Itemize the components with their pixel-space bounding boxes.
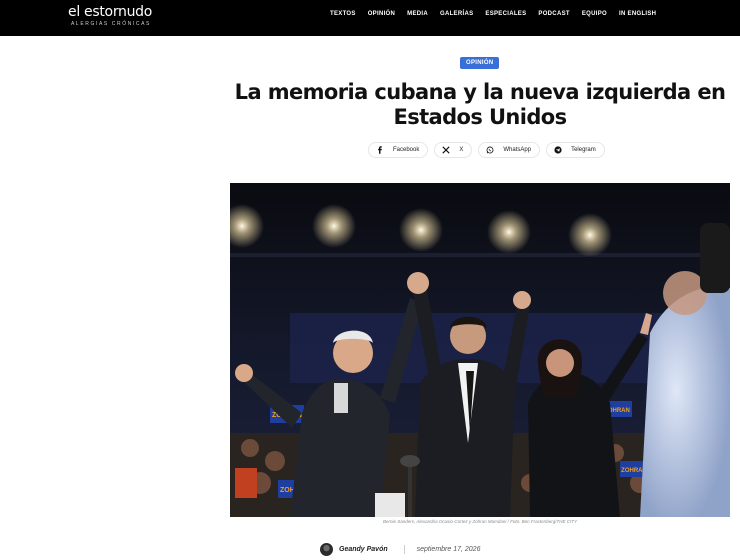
share-facebook-label: Facebook	[393, 147, 420, 153]
site-logo-tagline: ALERGIAS CRÓNICAS	[71, 21, 151, 27]
share-buttons: Facebook X WhatsApp Telegram	[368, 142, 605, 158]
share-whatsapp-label: WhatsApp	[503, 147, 532, 153]
x-icon	[442, 146, 450, 154]
rally-stage-photo: ZOHRAN ZOHRAN ZOHRAN ZOHRAN	[230, 183, 730, 517]
share-telegram-button[interactable]: Telegram	[546, 142, 605, 158]
share-whatsapp-button[interactable]: WhatsApp	[478, 142, 541, 158]
nav-item-opinion[interactable]: OPINIÓN	[368, 11, 395, 17]
nav-item-textos[interactable]: TEXTOS	[330, 11, 356, 17]
telegram-icon	[554, 146, 562, 154]
nav-item-media[interactable]: MEDIA	[407, 11, 428, 17]
main-menu: TEXTOS OPINIÓN MEDIA GALERÍAS ESPECIALES…	[330, 11, 668, 17]
top-navigation-bar: el estornudo ALERGIAS CRÓNICAS TEXTOS OP…	[0, 0, 740, 36]
nav-item-especiales[interactable]: ESPECIALES	[485, 11, 526, 17]
nav-item-in-english[interactable]: IN ENGLISH	[619, 11, 656, 17]
facebook-icon	[376, 146, 384, 154]
whatsapp-icon	[486, 146, 494, 154]
article-title: La memoria cubana y la nueva izquierda e…	[234, 80, 726, 129]
site-logo-name: el estornudo	[68, 4, 153, 20]
publish-date: septiembre 17, 2026	[416, 546, 481, 553]
nav-item-galerias[interactable]: GALERÍAS	[440, 11, 473, 17]
featured-image: ZOHRAN ZOHRAN ZOHRAN ZOHRAN	[230, 183, 730, 517]
author-avatar[interactable]	[320, 543, 333, 556]
share-facebook-button[interactable]: Facebook	[368, 142, 429, 158]
image-caption: Bernie Sanders, Alexandria Ocasio-Cortez…	[383, 519, 577, 524]
nav-item-podcast[interactable]: PODCAST	[538, 11, 569, 17]
share-telegram-label: Telegram	[571, 147, 596, 153]
share-x-label: X	[459, 147, 464, 153]
author-name[interactable]: Geandy Pavón	[339, 546, 388, 553]
share-x-button[interactable]: X	[434, 142, 473, 158]
byline-divider	[403, 545, 405, 554]
category-badge[interactable]: OPINIÓN	[460, 57, 500, 69]
nav-item-equipo[interactable]: EQUIPO	[582, 11, 607, 17]
site-logo[interactable]: el estornudo ALERGIAS CRÓNICAS	[68, 4, 152, 27]
article-byline: Geandy Pavón septiembre 17, 2026	[320, 543, 480, 556]
